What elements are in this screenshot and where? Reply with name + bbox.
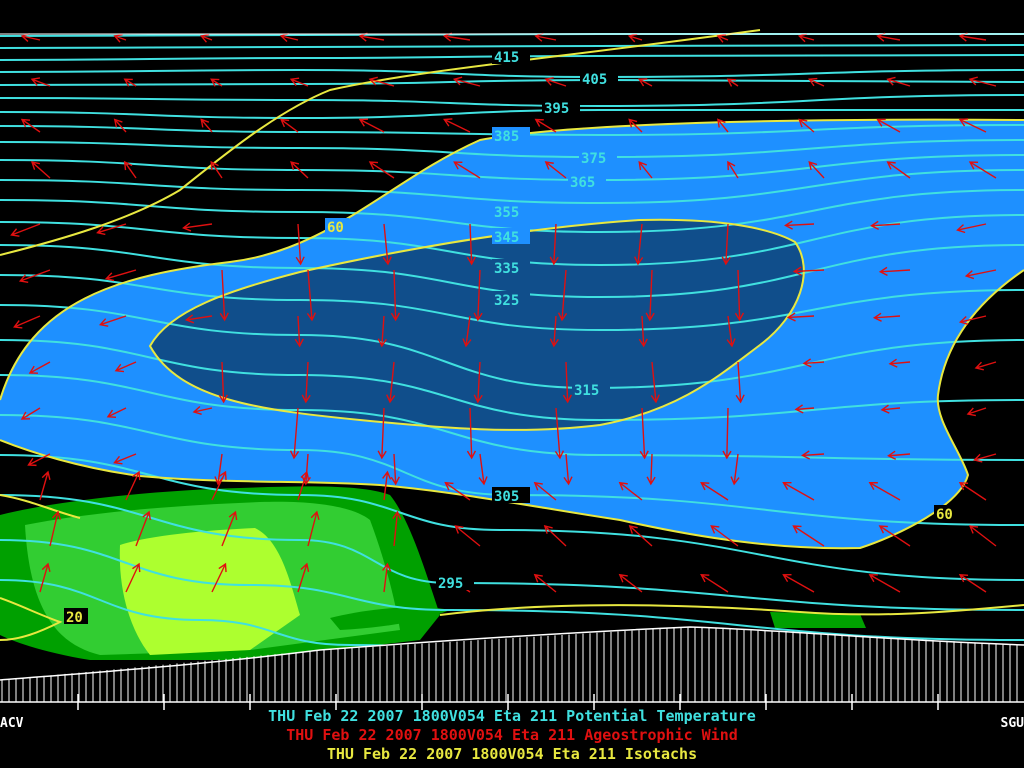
ageo-wind-arrow — [10, 223, 41, 237]
isotach-label: 60 — [936, 507, 953, 523]
ageo-wind-arrow — [797, 33, 815, 43]
ageo-wind-arrow — [974, 361, 997, 371]
theta-label: 355 — [494, 205, 519, 221]
theta-contour-line — [0, 78, 1024, 86]
theta-label: 385 — [494, 129, 519, 145]
ageo-wind-arrow — [808, 77, 825, 87]
caption-isotach: THU Feb 22 2007 1800V054 Eta 211 Isotach… — [326, 745, 698, 763]
caption-theta: THU Feb 22 2007 1800V054 Eta 211 Potenti… — [268, 707, 756, 725]
theta-label: 415 — [494, 50, 519, 66]
ageo-wind-arrow — [700, 574, 729, 593]
ageo-wind-arrow — [279, 118, 299, 133]
cross-section-plot: 415 405 395 385 375 365 355 345 335 325 … — [0, 29, 1024, 710]
theta-label: 395 — [544, 101, 569, 117]
theta-contour-line — [0, 68, 1024, 79]
ageo-wind-arrow — [966, 407, 987, 417]
ageo-wind-arrow — [868, 574, 901, 593]
ageo-wind-arrow — [968, 525, 997, 547]
ageo-wind-arrow — [958, 574, 987, 593]
ageo-wind-arrow — [534, 118, 557, 133]
theta-label: 375 — [581, 151, 606, 167]
ageo-wind-arrow — [618, 573, 643, 593]
ageo-wind-arrow — [104, 269, 137, 282]
ageo-wind-arrow — [20, 32, 41, 42]
ageo-wind-arrow — [113, 118, 127, 133]
theta-label: 345 — [494, 230, 519, 246]
ageo-wind-arrow — [958, 481, 987, 501]
ageo-wind-arrow — [544, 76, 567, 87]
theta-label: 365 — [570, 175, 595, 191]
isotach-label: 20 — [66, 610, 83, 626]
ageo-wind-arrow — [182, 222, 213, 232]
theta-contour-line — [0, 94, 1024, 108]
ageo-wind-arrow — [443, 118, 471, 133]
ageo-wind-arrow — [30, 161, 51, 179]
theta-label: 335 — [494, 261, 519, 277]
isotach-label: 60 — [327, 220, 344, 236]
theta-contour-line — [0, 108, 1024, 120]
ageo-wind-arrow — [358, 118, 385, 133]
ageo-wind-arrow — [543, 525, 567, 547]
ageo-wind-arrow — [627, 33, 643, 43]
ageo-wind-arrow — [210, 160, 223, 179]
caption-ageo: THU Feb 22 2007 1800V054 Eta 211 Ageostr… — [286, 726, 738, 744]
ageo-wind-arrow — [13, 315, 41, 329]
theta-label: 315 — [574, 383, 599, 399]
theta-label: 295 — [438, 576, 463, 592]
theta-contour-line — [0, 44, 1024, 49]
ageo-wind-arrow — [716, 34, 729, 43]
theta-label: 305 — [494, 489, 519, 505]
theta-label: 405 — [582, 72, 607, 88]
theta-label: 325 — [494, 293, 519, 309]
ageo-wind-arrow — [368, 161, 395, 179]
ageo-wind-arrow — [782, 574, 815, 593]
